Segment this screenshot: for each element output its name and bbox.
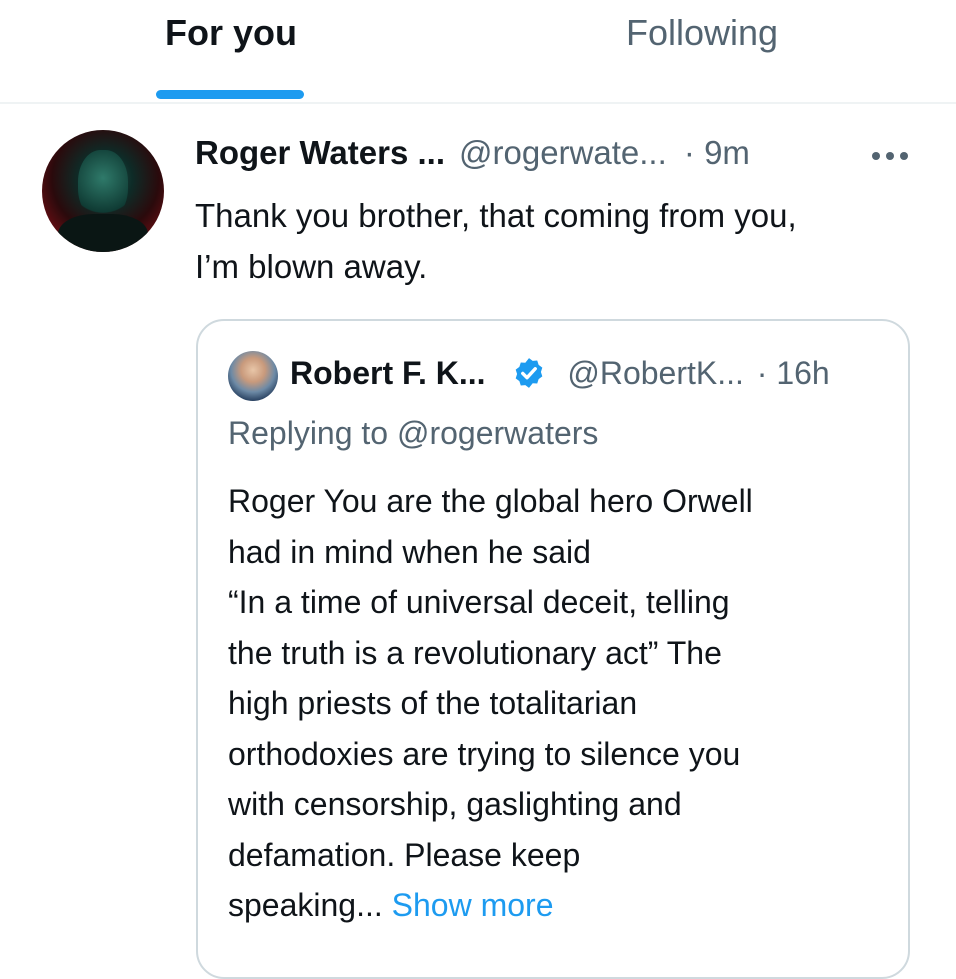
quoted-tweet-text: Roger You are the global hero Orwell had… [228, 476, 888, 931]
more-horizontal-icon[interactable] [872, 150, 908, 162]
quoted-author-handle[interactable]: @RobertK... [567, 355, 744, 391]
author-name[interactable]: Roger Waters ... [195, 134, 445, 171]
tab-for-you[interactable]: For you [165, 12, 297, 54]
replying-to[interactable]: Replying to @rogerwaters [228, 415, 598, 452]
tweet-text: Thank you brother, that coming from you,… [195, 197, 797, 285]
active-tab-indicator [156, 90, 304, 99]
quoted-tweet-card[interactable]: Robert F. K... @RobertK... · 16h Replyin… [196, 319, 910, 979]
author-handle[interactable]: @rogerwate... [459, 134, 667, 171]
tweet-header: Roger Waters ... @rogerwate... · 9m [195, 134, 750, 172]
show-more-link[interactable]: Show more [392, 887, 554, 923]
quoted-author-avatar[interactable] [228, 351, 278, 401]
quoted-tweet-body: Roger You are the global hero Orwell had… [228, 483, 753, 923]
author-avatar[interactable] [42, 130, 164, 252]
quoted-tweet-header: Robert F. K... @RobertK... · 16h [290, 355, 830, 392]
quoted-tweet-time[interactable]: · 16h [757, 355, 830, 391]
quoted-author-name[interactable]: Robert F. K... [290, 355, 486, 391]
tweet-time[interactable]: · 9m [684, 134, 750, 171]
tab-following[interactable]: Following [626, 12, 778, 54]
timeline-tabs: For you Following [0, 0, 956, 104]
verified-badge-icon [516, 358, 543, 388]
